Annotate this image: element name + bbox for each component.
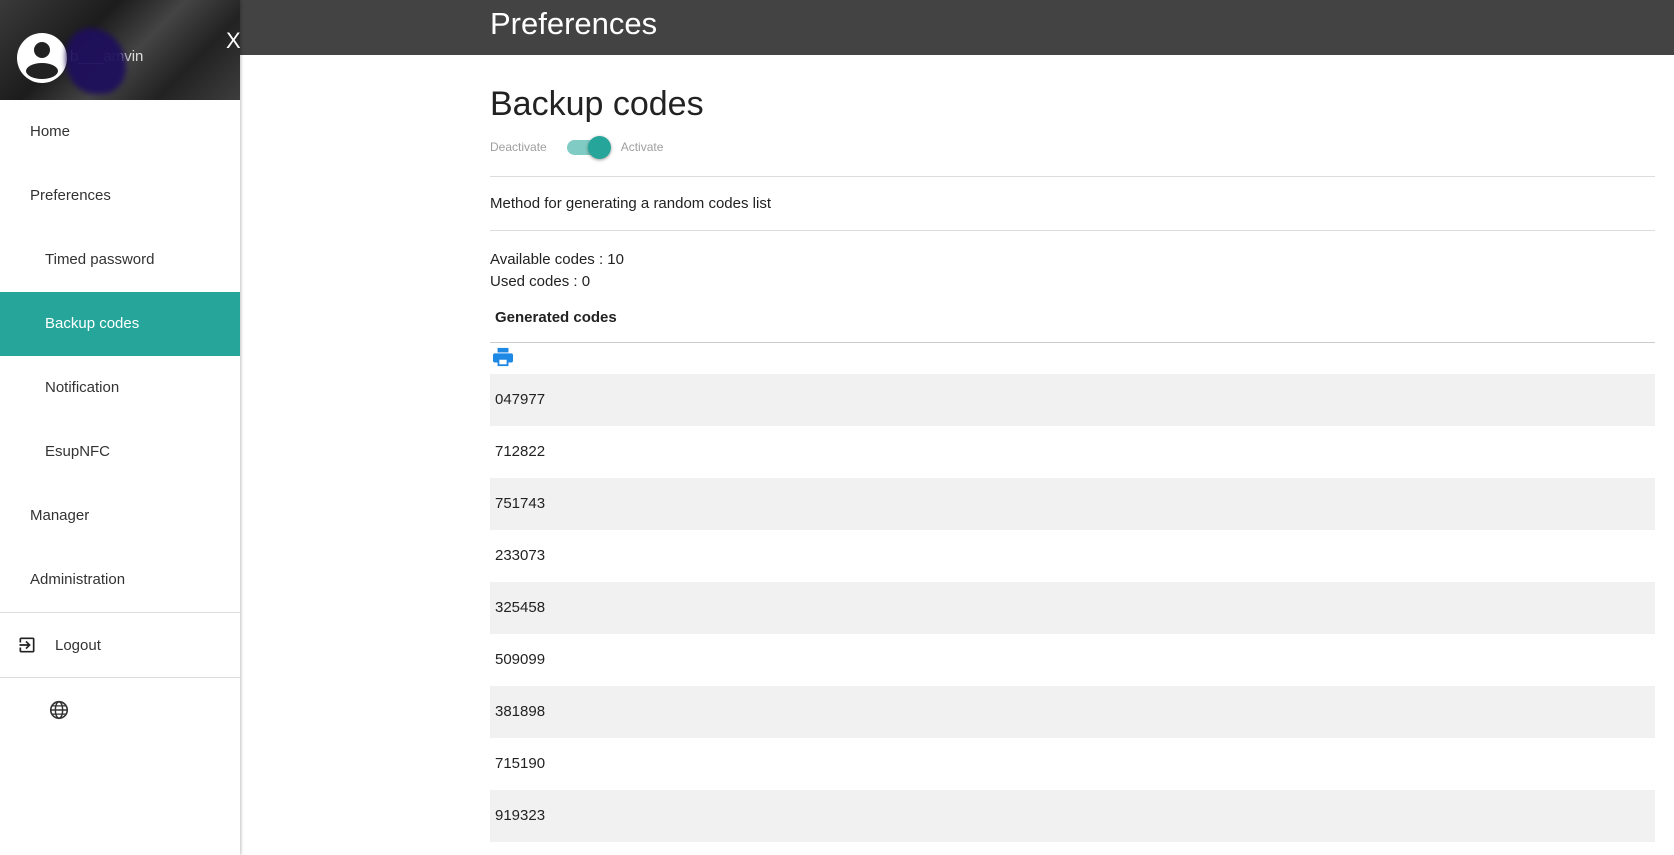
code-row: 919323 <box>490 790 1655 842</box>
print-icon <box>493 347 513 367</box>
code-row: 047977 <box>490 374 1655 426</box>
activation-toggle[interactable] <box>566 135 611 159</box>
code-row: 509099 <box>495 651 546 668</box>
available-codes: Available codes : 10 <box>490 251 624 268</box>
sidebar-nav: Home Preferences Timed password Backup code… <box>0 100 240 612</box>
avatar-icon <box>17 33 67 83</box>
codes-list: 047977 712822 751743 233073 325458 509099 3818… <box>490 374 1655 842</box>
sidebar-item-home[interactable]: Home <box>0 100 240 164</box>
user-header: b___amvin X <box>0 0 240 100</box>
sidebar-item-esupnfc[interactable]: EsupNFC <box>0 420 240 484</box>
sidebar-item-notification[interactable]: Notification <box>0 356 240 420</box>
logout-label: Logout <box>55 636 101 654</box>
page-title: Preferences <box>490 6 658 41</box>
code-row: 233073 <box>495 547 546 564</box>
code-row: 715190 <box>495 755 546 772</box>
toggle-knob[interactable] <box>587 135 611 159</box>
print-button[interactable] <box>490 343 1655 374</box>
logout-icon <box>19 637 35 653</box>
top-app-bar: Preferences <box>0 0 1674 55</box>
code-row: 325458 <box>490 582 1655 634</box>
code-row: 712822 <box>495 443 546 460</box>
sidebar: b___amvin X HomePreferencesTimed passwor… <box>0 0 240 855</box>
section-title: Backup codes <box>490 85 704 123</box>
generated-codes-header: Generated codes <box>490 293 1655 343</box>
language-button[interactable] <box>0 678 240 742</box>
main-content: Backup codes Deactivate Activate Method … <box>490 55 1655 842</box>
code-row: 381898 <box>490 686 1655 738</box>
sidebar-item-manager[interactable]: Manager <box>0 484 240 548</box>
activate-label: Activate <box>620 140 664 154</box>
language-icon <box>49 700 69 720</box>
deactivate-label: Deactivate <box>490 140 547 154</box>
used-codes: Used codes : 0 <box>490 273 591 290</box>
logout-button[interactable]: Logout <box>0 613 240 677</box>
redaction-blur <box>66 28 126 94</box>
sidebar-item-preferences[interactable]: Preferences <box>0 164 240 228</box>
activation-switch: Deactivate Activate <box>490 134 1655 160</box>
sidebar-item-timed-password[interactable]: Timed password <box>0 228 240 292</box>
sidebar-item-administration[interactable]: Administration <box>0 548 240 612</box>
sidebar-item-backup-codes[interactable]: Backup codes <box>0 292 240 356</box>
close-sidebar-button[interactable]: X <box>226 28 240 54</box>
code-stats: Available codes : 10 Used codes : 0 <box>490 249 1655 293</box>
method-description: Method for generating a random codes lis… <box>490 176 1655 231</box>
code-row: 751743 <box>490 478 1655 530</box>
